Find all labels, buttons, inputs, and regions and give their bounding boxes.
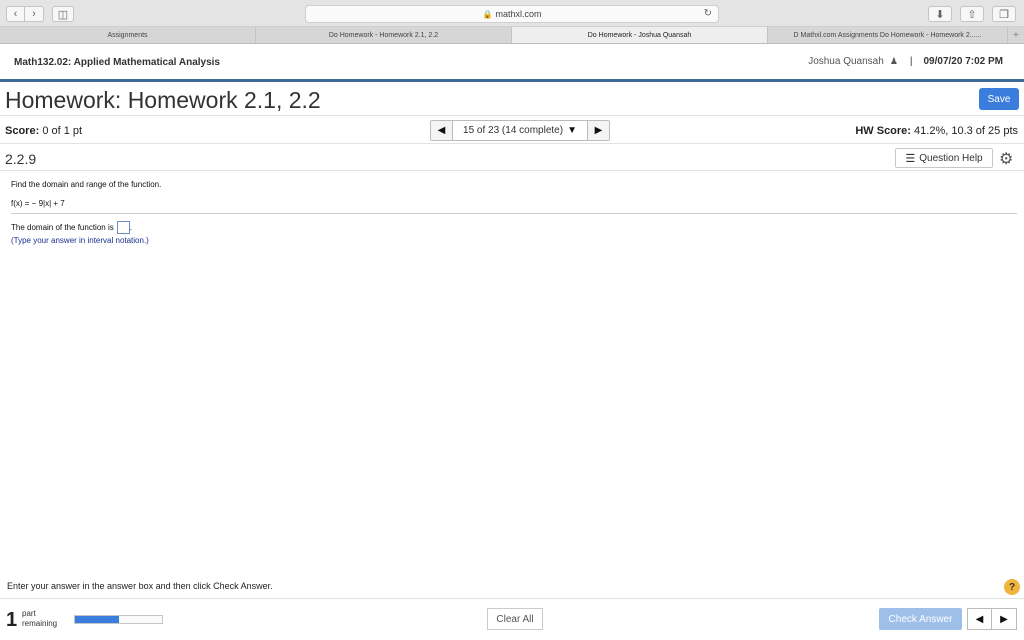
question-body: Find the domain and range of the functio… xyxy=(11,180,1017,245)
answer-suffix: . xyxy=(129,223,132,232)
save-button[interactable]: Save xyxy=(979,88,1019,110)
score-value: 0 of 1 pt xyxy=(42,125,83,137)
gear-icon[interactable]: ⚙ xyxy=(999,149,1013,169)
parts-label-line2: remaining xyxy=(22,619,58,628)
progress-bar xyxy=(74,615,163,624)
answer-line: The domain of the function is . xyxy=(11,221,1017,234)
toolbar-right: ⬇ ⇧ ❐ xyxy=(928,6,1016,22)
header-divider: | xyxy=(909,56,913,67)
instruction-text: Enter your answer in the answer box and … xyxy=(7,581,273,591)
parts-label-line1: part xyxy=(22,609,36,618)
score-row: Score: 0 of 1 pt ◀ 15 of 23 (14 complete… xyxy=(0,117,1024,144)
question-help-button[interactable]: ☰ Question Help xyxy=(895,148,993,168)
question-number: 2.2.9 xyxy=(5,151,37,167)
chevron-left-icon[interactable]: ‹ xyxy=(6,6,25,22)
question-select[interactable]: 15 of 23 (14 complete) ▼ xyxy=(452,121,588,140)
previous-question-bottom-icon[interactable]: ◀ xyxy=(968,609,992,629)
domain-answer-input[interactable] xyxy=(116,221,130,234)
tabs-icon[interactable]: ❐ xyxy=(992,6,1016,22)
help-icon[interactable]: ? xyxy=(1004,579,1020,595)
question-help-label: Question Help xyxy=(919,152,983,164)
function-formula: f(x) = − 9|x| + 7 xyxy=(11,199,1017,214)
reload-icon[interactable]: ↻ xyxy=(704,8,712,19)
question-prompt: Find the domain and range of the functio… xyxy=(11,180,162,189)
user-area: Joshua Quansah ♟ | 09/07/20 7:02 PM xyxy=(808,56,1003,67)
bottom-bar: 1 part remaining Clear All Check Answer … xyxy=(0,598,1024,640)
hw-score: HW Score: 41.2%, 10.3 of 25 pts xyxy=(855,125,1018,137)
browser-toolbar: ‹ › ◫ 🔒 mathxl.com ↻ ⬇ ⇧ ❐ xyxy=(0,0,1024,27)
tab-mathxl-assignments[interactable]: D Mathxl.com Assignments Do Homework - H… xyxy=(768,27,1008,43)
tab-bar: Assignments Do Homework - Homework 2.1, … xyxy=(0,27,1024,44)
question-pager: ◀ 15 of 23 (14 complete) ▼ ▶ xyxy=(430,120,610,141)
plus-icon[interactable]: + xyxy=(1008,27,1024,43)
hw-score-label: HW Score: xyxy=(855,125,911,137)
user-name[interactable]: Joshua Quansah xyxy=(808,56,884,67)
hw-score-value: 41.2%, 10.3 of 25 pts xyxy=(914,125,1018,137)
list-icon: ☰ xyxy=(905,152,916,165)
chevron-right-icon[interactable]: › xyxy=(25,6,44,22)
progress-fill xyxy=(75,616,119,623)
tab-assignments[interactable]: Assignments xyxy=(0,27,256,43)
user-icon[interactable]: ♟ xyxy=(890,56,898,67)
next-question-bottom-icon[interactable]: ▶ xyxy=(992,609,1016,629)
datetime: 09/07/20 7:02 PM xyxy=(923,56,1004,67)
score: Score: 0 of 1 pt xyxy=(5,125,82,137)
parts-remaining-label: part remaining xyxy=(22,609,57,629)
course-title: Math132.02: Applied Mathematical Analysi… xyxy=(14,57,220,68)
download-icon[interactable]: ⬇ xyxy=(928,6,952,22)
answer-prefix: The domain of the function is xyxy=(11,223,114,232)
tab-do-homework[interactable]: Do Homework - Joshua Quansah xyxy=(512,27,768,43)
next-question-icon[interactable]: ▶ xyxy=(588,121,609,140)
tab-homework[interactable]: Do Homework - Homework 2.1, 2.2 xyxy=(256,27,512,43)
share-icon[interactable]: ⇧ xyxy=(960,6,984,22)
course-header: Math132.02: Applied Mathematical Analysi… xyxy=(0,44,1024,82)
clear-all-button[interactable]: Clear All xyxy=(487,608,543,630)
homework-title-row: Homework: Homework 2.1, 2.2 Save xyxy=(0,85,1024,116)
caret-down-icon: ▼ xyxy=(567,125,577,136)
previous-question-icon[interactable]: ◀ xyxy=(431,121,452,140)
question-nav: ◀ ▶ xyxy=(967,608,1017,630)
answer-hint: (Type your answer in interval notation.) xyxy=(11,236,149,245)
page-title: Homework: Homework 2.1, 2.2 xyxy=(5,87,321,113)
question-select-text: 15 of 23 (14 complete) xyxy=(463,125,564,136)
question-header: 2.2.9 ☰ Question Help ⚙ xyxy=(0,145,1024,171)
parts-remaining-count: 1 xyxy=(6,609,18,631)
check-answer-button[interactable]: Check Answer xyxy=(879,608,962,630)
sidebar-icon[interactable]: ◫ xyxy=(52,6,74,22)
lock-icon: 🔒 xyxy=(482,9,493,19)
url-text: mathxl.com xyxy=(495,9,542,19)
address-bar[interactable]: 🔒 mathxl.com ↻ xyxy=(305,5,719,23)
score-label: Score: xyxy=(5,125,40,137)
nav-buttons: ‹ › xyxy=(6,6,44,22)
